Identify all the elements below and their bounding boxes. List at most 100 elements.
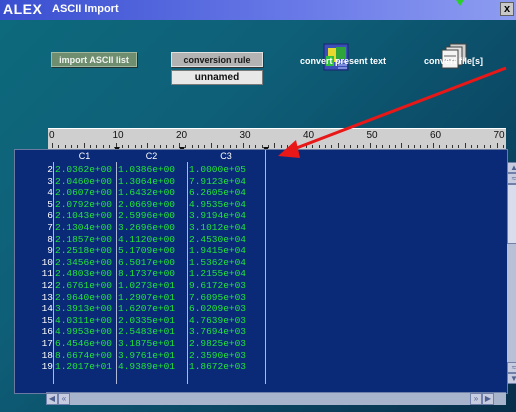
ruler-tick <box>420 145 422 148</box>
column-header[interactable]: C1 <box>53 150 117 162</box>
ruler-tick <box>471 145 473 148</box>
table-cell[interactable]: 6.4546e+00 <box>55 338 112 349</box>
table-cell[interactable]: 4.9389e+01 <box>118 361 175 372</box>
conversion-rule-button[interactable]: conversion rule <box>171 52 263 67</box>
ruler-tick <box>217 145 219 148</box>
ruler-tick <box>147 143 149 148</box>
data-table[interactable]: C1 C2 C3 ▲ ≈ ≈ ▼ 2 2.0362e+00 1.0386e+00 1.… <box>14 149 516 394</box>
close-button[interactable]: x <box>500 2 514 16</box>
table-cell[interactable]: 8.1737e+00 <box>118 268 175 279</box>
table-cell[interactable]: 8.6674e+00 <box>55 350 112 361</box>
title-bar[interactable]: ALEX ASCII Import x <box>0 0 516 20</box>
column-separator[interactable] <box>265 162 266 384</box>
table-cell[interactable]: 3.1875e+01 <box>118 338 175 349</box>
table-cell[interactable]: 1.9415e+04 <box>189 245 246 256</box>
table-cell[interactable]: 5.1709e+00 <box>118 245 175 256</box>
table-cell[interactable]: 6.5017e+00 <box>118 257 175 268</box>
table-cell[interactable]: 2.4530e+04 <box>189 234 246 245</box>
table-cell[interactable]: 1.0000e+05 <box>189 164 246 175</box>
table-cell[interactable]: 1.2907e+01 <box>118 292 175 303</box>
table-cell[interactable]: 1.6207e+01 <box>118 303 175 314</box>
ruler-tick <box>496 143 498 148</box>
table-cell[interactable]: 2.4803e+00 <box>55 268 112 279</box>
table-cell[interactable]: 2.0362e+00 <box>55 164 112 175</box>
table-cell[interactable]: 3.9194e+04 <box>189 210 246 221</box>
table-cell[interactable]: 1.6432e+00 <box>118 187 175 198</box>
table-cell[interactable]: 3.9761e+01 <box>118 350 175 361</box>
table-cell[interactable]: 1.0273e+01 <box>118 280 175 291</box>
table-cell[interactable]: 2.1857e+00 <box>55 234 112 245</box>
table-cell[interactable]: 2.3590e+03 <box>189 350 246 361</box>
table-cell[interactable]: 3.2696e+00 <box>118 222 175 233</box>
ruler-tick <box>350 145 352 148</box>
ruler-tick <box>236 145 238 148</box>
table-cell[interactable]: 2.1043e+00 <box>55 210 112 221</box>
table-cell[interactable]: 4.0311e+00 <box>55 315 112 326</box>
row-number: 19 <box>41 361 53 373</box>
column-header[interactable]: C2 <box>116 150 188 162</box>
conversion-rule-name-field[interactable]: unnamed <box>171 70 263 85</box>
table-cell[interactable]: 1.2155e+04 <box>189 268 246 279</box>
table-cell[interactable]: 2.0460e+00 <box>55 176 112 187</box>
table-cell[interactable]: 7.9123e+04 <box>189 176 246 187</box>
column-separator[interactable] <box>116 162 117 384</box>
table-cell[interactable]: 3.1012e+04 <box>189 222 246 233</box>
table-cell[interactable]: 6.2605e+04 <box>189 187 246 198</box>
table-cell[interactable]: 4.7639e+03 <box>189 315 246 326</box>
ruler-tick <box>280 145 282 148</box>
table-cell[interactable]: 4.9535e+04 <box>189 199 246 210</box>
table-cell[interactable]: 1.5362e+04 <box>189 257 246 268</box>
table-cell[interactable]: 3.3913e+00 <box>55 303 112 314</box>
table-cell[interactable]: 2.9825e+03 <box>189 338 246 349</box>
scroll-right-icon[interactable]: ▶ <box>482 393 494 405</box>
ruler-tick <box>439 145 441 148</box>
table-cell[interactable]: 2.6761e+00 <box>55 280 112 291</box>
table-cell[interactable]: 4.9953e+00 <box>55 326 112 337</box>
ruler-tick <box>223 145 225 148</box>
vertical-scrollbar[interactable]: ▲ ≈ ≈ ▼ <box>507 162 516 384</box>
convert-present-text-label[interactable]: convert present text <box>300 56 386 66</box>
convert-files-label[interactable]: convert file[s] <box>424 56 483 66</box>
table-cell[interactable]: 2.9640e+00 <box>55 292 112 303</box>
table-cell[interactable]: 1.2017e+01 <box>55 361 112 372</box>
table-cell[interactable]: 2.5483e+01 <box>118 326 175 337</box>
table-cell[interactable]: 2.3456e+00 <box>55 257 112 268</box>
table-cell[interactable]: 9.6172e+03 <box>189 280 246 291</box>
table-cell[interactable]: 2.0792e+00 <box>55 199 112 210</box>
table-cell[interactable]: 1.0386e+00 <box>118 164 175 175</box>
table-cell[interactable]: 2.5996e+00 <box>118 210 175 221</box>
table-cell[interactable]: 2.0607e+00 <box>55 187 112 198</box>
page-down-icon[interactable]: ≈ <box>507 362 516 373</box>
column-separator[interactable] <box>187 162 188 384</box>
ruler-tick <box>331 145 333 148</box>
horizontal-scrollbar[interactable]: ◀ « » ▶ <box>46 392 506 405</box>
table-cell[interactable]: 2.0669e+00 <box>118 199 175 210</box>
ruler-tick <box>375 145 377 148</box>
page-up-icon[interactable]: ≈ <box>507 173 516 184</box>
table-cell[interactable]: 2.2518e+00 <box>55 245 112 256</box>
ruler-tick <box>312 145 314 148</box>
ruler-tick <box>109 145 111 148</box>
ruler-tick <box>153 145 155 148</box>
window-title: ASCII Import <box>52 3 119 15</box>
import-ascii-list-button[interactable]: import ASCII list <box>51 52 137 67</box>
ruler-label: 10 <box>112 130 124 141</box>
table-cell[interactable]: 2.1304e+00 <box>55 222 112 233</box>
page-right-icon[interactable]: » <box>470 393 482 405</box>
table-cell[interactable]: 1.8672e+03 <box>189 361 246 372</box>
page-left-icon[interactable]: « <box>58 393 70 405</box>
scroll-left-icon[interactable]: ◀ <box>46 393 58 405</box>
table-cell[interactable]: 1.3064e+00 <box>118 176 175 187</box>
scroll-down-icon[interactable]: ▼ <box>507 373 516 384</box>
column-ruler[interactable]: 0 10 20 30 40 50 60 70 <box>48 128 506 152</box>
table-cell[interactable]: 2.0335e+01 <box>118 315 175 326</box>
table-cell[interactable]: 4.1120e+00 <box>118 234 175 245</box>
row-number: 10 <box>41 256 53 268</box>
table-cell[interactable]: 6.0209e+03 <box>189 303 246 314</box>
ruler-tick <box>52 143 53 148</box>
scroll-up-icon[interactable]: ▲ <box>507 162 516 173</box>
scroll-thumb[interactable] <box>507 184 516 244</box>
table-cell[interactable]: 3.7694e+03 <box>189 326 246 337</box>
column-header[interactable]: C3 <box>187 150 266 162</box>
table-cell[interactable]: 7.6095e+03 <box>189 292 246 303</box>
